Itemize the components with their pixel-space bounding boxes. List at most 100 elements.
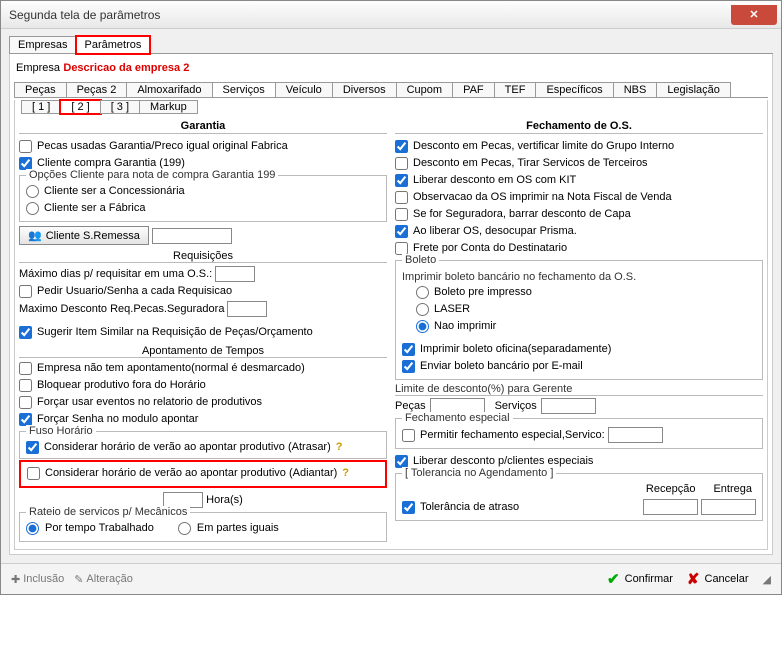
lbl-r2: Desconto em Pecas, Tirar Servicos de Ter… — [413, 156, 648, 171]
subtab-veiculo[interactable]: Veículo — [275, 82, 333, 97]
footer-left: ✚Inclusão ✎Alteração — [11, 573, 133, 586]
subtab2-markup[interactable]: Markup — [139, 100, 198, 114]
lbl-tol: Tolerância de atraso — [420, 500, 519, 515]
cb-fuso-adiantar[interactable] — [27, 467, 40, 480]
subtab-tef[interactable]: TEF — [494, 82, 537, 97]
cb-r6[interactable] — [395, 225, 408, 238]
close-button[interactable]: ✕ — [731, 5, 777, 25]
fs-fech-esp: Fechamento especial Permitir fechamento … — [395, 418, 763, 449]
lbl-pecas-usadas: Pecas usadas Garantia/Preco igual origin… — [37, 139, 288, 154]
cb-r2[interactable] — [395, 157, 408, 170]
lbl-recepcao: Recepção — [646, 482, 696, 497]
btn-cliente-sremessa[interactable]: 👥Cliente S.Remessa — [19, 226, 149, 245]
lbl-b2: LASER — [434, 302, 470, 317]
lbl-r4: Observacao da OS imprimir na Nota Fiscal… — [413, 190, 672, 205]
subtab2-2[interactable]: [ 2 ] — [60, 100, 100, 114]
subtab-paf[interactable]: PAF — [452, 82, 495, 97]
subtab-legislacao[interactable]: Legislação — [656, 82, 731, 97]
fs-tolerancia: [ Tolerancia no Agendamento ] Recepção E… — [395, 473, 763, 521]
input-recepcao[interactable] — [643, 499, 698, 515]
cb-sugerir[interactable] — [19, 326, 32, 339]
check-icon: ✔ — [607, 570, 620, 588]
content: Empresas Parâmetros Empresa Descricao da… — [1, 29, 781, 563]
cb-fuso-atrasar[interactable] — [26, 441, 39, 454]
input-entrega[interactable] — [701, 499, 756, 515]
legend-fuso: Fuso Horário — [26, 425, 96, 437]
fs-boleto: Boleto Imprimir boleto bancário no fecha… — [395, 260, 763, 380]
lbl-boleto-mail: Enviar boleto bancário por E-mail — [420, 359, 583, 374]
resize-grip-icon[interactable]: ◢ — [763, 573, 771, 586]
footer-right: ✔Confirmar ✘Cancelar ◢ — [607, 570, 771, 588]
subtab-diversos[interactable]: Diversos — [332, 82, 397, 97]
rb-b1[interactable] — [416, 286, 429, 299]
cb-r3[interactable] — [395, 174, 408, 187]
input-fech-esp[interactable] — [608, 427, 663, 443]
cb-apont1[interactable] — [19, 362, 32, 375]
users-icon: 👥 — [28, 229, 42, 242]
tab-parametros[interactable]: Parâmetros — [76, 36, 151, 54]
cb-r5[interactable] — [395, 208, 408, 221]
input-sremessa[interactable] — [152, 228, 232, 244]
subtab-pecas2[interactable]: Peças 2 — [66, 82, 128, 97]
garantia-title: Garantia — [19, 120, 387, 134]
cb-tol[interactable] — [402, 501, 415, 514]
titlebar: Segunda tela de parâmetros ✕ — [1, 1, 781, 29]
rb-concessionaria[interactable] — [26, 185, 39, 198]
lbl-sugerir: Sugerir Item Similar na Requisição de Pe… — [37, 325, 313, 340]
cb-pedir-user[interactable] — [19, 285, 32, 298]
apont-title: Apontamento de Tempos — [19, 345, 387, 358]
cb-apont3[interactable] — [19, 396, 32, 409]
legend-tol: [ Tolerancia no Agendamento ] — [402, 467, 556, 479]
subtab-pecas[interactable]: Peças — [14, 82, 67, 97]
lbl-tempo: Por tempo Trabalhado — [45, 521, 154, 536]
cb-apont2[interactable] — [19, 379, 32, 392]
lbl-r5: Se for Seguradora, barrar desconto de Ca… — [413, 207, 631, 222]
rb-b3[interactable] — [416, 320, 429, 333]
input-max-desc[interactable] — [227, 301, 267, 317]
cb-boleto-ofic[interactable] — [402, 343, 415, 356]
cb-boleto-mail[interactable] — [402, 360, 415, 373]
subtab-cupom[interactable]: Cupom — [396, 82, 453, 97]
cb-pecas-usadas[interactable] — [19, 140, 32, 153]
subtab-especificos[interactable]: Específicos — [535, 82, 613, 97]
rb-b2[interactable] — [416, 303, 429, 316]
rb-fabrica[interactable] — [26, 202, 39, 215]
subtab-servicos[interactable]: Serviços — [212, 82, 276, 97]
lbl-apont2: Bloquear produtivo fora do Horário — [37, 378, 206, 393]
left-column: Garantia Pecas usadas Garantia/Preco igu… — [19, 116, 387, 545]
rb-tempo[interactable] — [26, 522, 39, 535]
empresa-label: Empresa — [16, 62, 60, 74]
lbl-r1: Desconto em Pecas, vertificar limite do … — [413, 139, 674, 154]
btn-alteracao[interactable]: ✎Alteração — [74, 573, 133, 586]
btn-inclusao[interactable]: ✚Inclusão — [11, 573, 64, 586]
subtab2-3[interactable]: [ 3 ] — [100, 100, 140, 114]
lbl-b1: Boleto pre impresso — [434, 285, 532, 300]
footer: ✚Inclusão ✎Alteração ✔Confirmar ✘Cancela… — [1, 563, 781, 594]
btn-confirmar[interactable]: ✔Confirmar — [607, 570, 673, 588]
subtab-almox[interactable]: Almoxarifado — [126, 82, 212, 97]
lbl-fech-esp: Permitir fechamento especial,Servico: — [420, 428, 605, 443]
legend-boleto: Boleto — [402, 254, 439, 266]
cancel-icon: ✘ — [687, 570, 700, 588]
tab-empresas[interactable]: Empresas — [9, 36, 77, 53]
cb-fech-esp[interactable] — [402, 429, 415, 442]
lbl-r6: Ao liberar OS, desocupar Prisma. — [413, 224, 577, 239]
lbl-concess: Cliente ser a Concessionária — [44, 184, 185, 199]
subtab2-1[interactable]: [ 1 ] — [21, 100, 61, 114]
subtab-nbs[interactable]: NBS — [613, 82, 658, 97]
cb-r1[interactable] — [395, 140, 408, 153]
input-limite-servicos[interactable] — [541, 398, 596, 414]
lbl-b3: Nao imprimir — [434, 319, 496, 334]
edit-icon: ✎ — [74, 573, 83, 586]
help-icon[interactable]: ? — [342, 466, 349, 481]
btn-cancelar[interactable]: ✘Cancelar — [687, 570, 749, 588]
input-max-dias[interactable] — [215, 266, 255, 282]
empresa-value: Descricao da empresa 2 — [63, 62, 189, 74]
help-icon[interactable]: ? — [336, 440, 343, 455]
rb-partes[interactable] — [178, 522, 191, 535]
lbl-max-desc: Maximo Desconto Req.Pecas.Seguradora — [19, 302, 224, 317]
cb-r4[interactable] — [395, 191, 408, 204]
lbl-max-dias: Máximo dias p/ requisitar em uma O.S.: — [19, 267, 212, 282]
lbl-fabrica: Cliente ser a Fábrica — [44, 201, 146, 216]
lbl-horas: Hora(s) — [206, 493, 243, 508]
